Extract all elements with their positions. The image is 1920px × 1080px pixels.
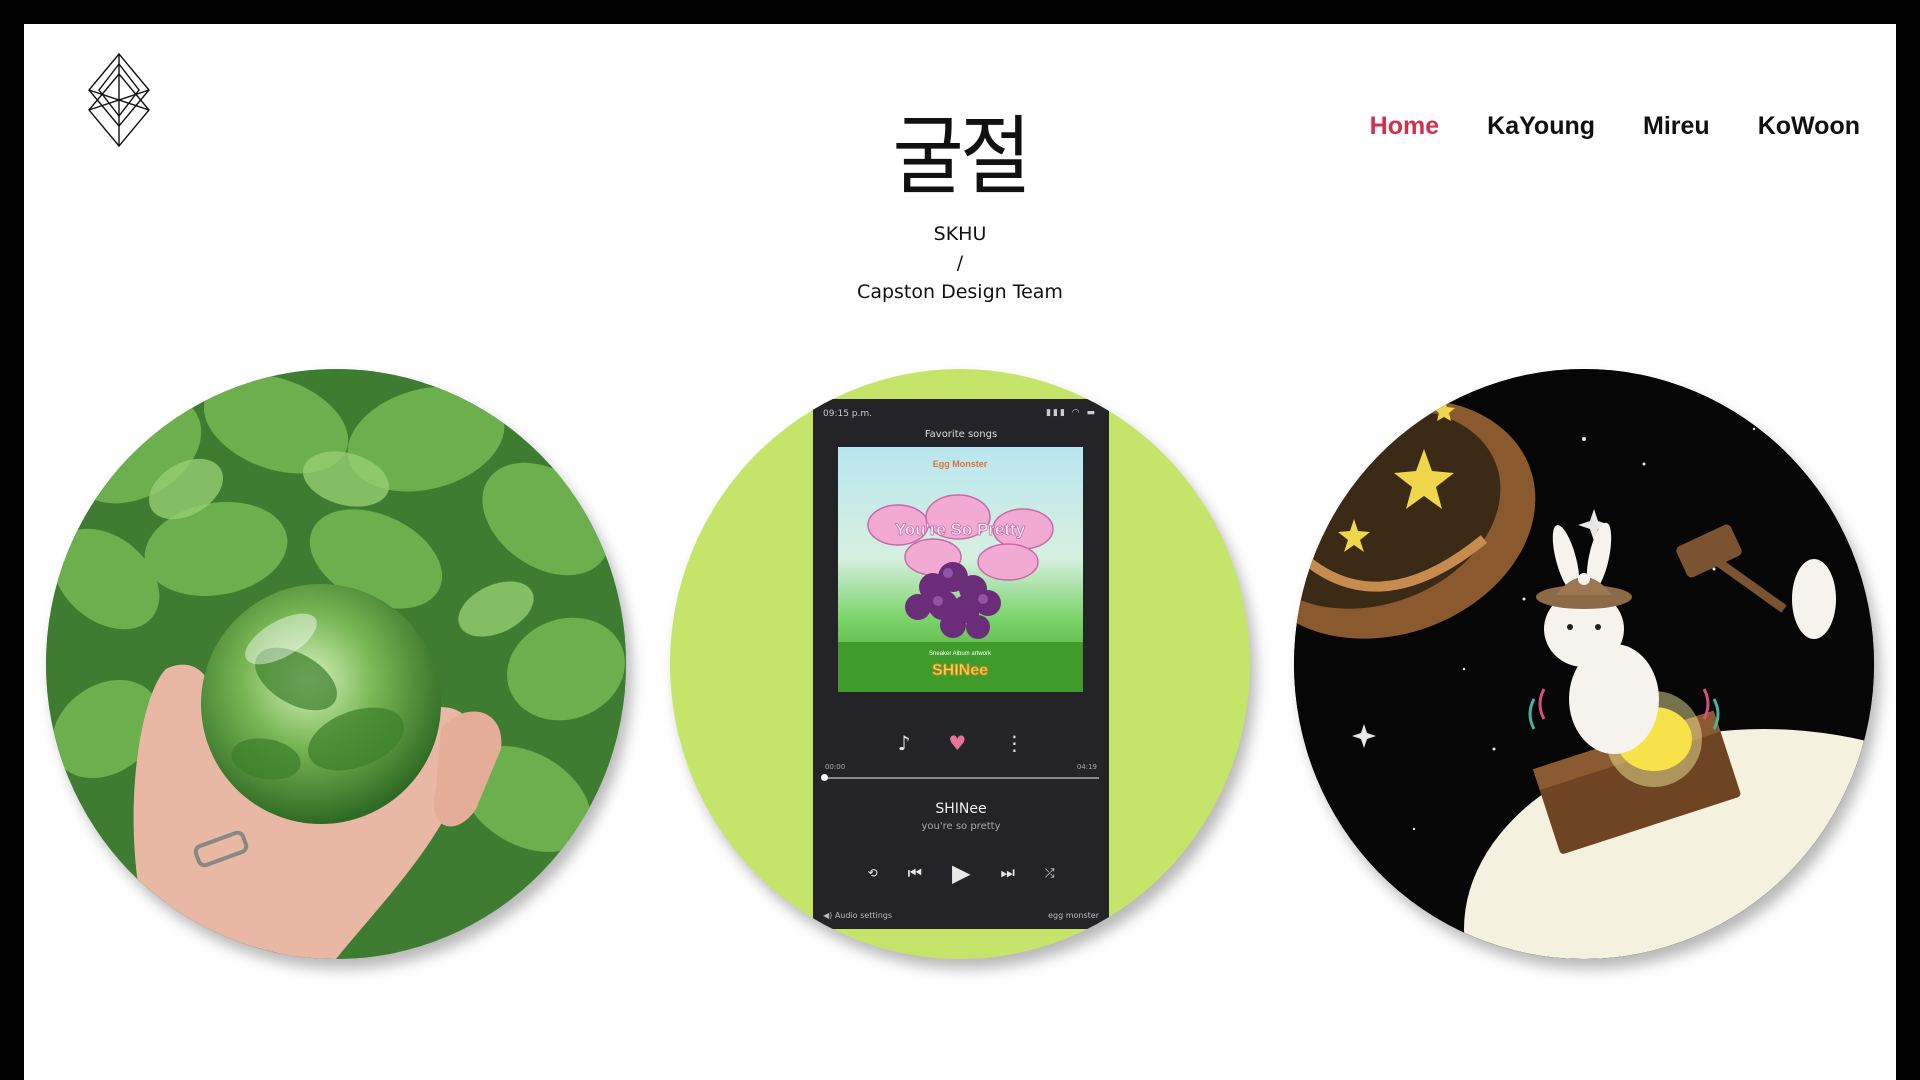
subtitle-line-3: Capston Design Team — [857, 281, 1063, 303]
source-label: egg monster — [1048, 911, 1099, 920]
player-controls: ⟲ ⏮ ▶ ⏭ ⤮ — [813, 859, 1109, 887]
previous-icon[interactable]: ⏮ — [908, 863, 922, 883]
album-art: Egg Monster You're So Pretty Sneaker Alb… — [838, 447, 1083, 692]
album-brand: Egg Monster — [933, 459, 988, 469]
next-icon[interactable]: ⏭ — [1000, 863, 1014, 883]
progress-bar[interactable] — [821, 774, 1099, 781]
more-vertical-icon[interactable]: ⋮ — [1004, 731, 1024, 755]
song-actions: ♪ ♥ ⋮ — [813, 731, 1109, 755]
music-note-icon[interactable]: ♪ — [898, 731, 911, 755]
elapsed-time: 00:00 — [825, 763, 846, 771]
song-name: you're so pretty — [921, 821, 1001, 832]
glass-ball-leaves-image[interactable] — [46, 369, 626, 959]
page: Home KaYoung Mireu KoWoon 굴절 SKHU / Caps… — [24, 24, 1896, 1080]
artist-name: SHINee — [935, 801, 987, 817]
page-title: 굴절 — [892, 107, 1031, 207]
repeat-icon[interactable]: ⟲ — [868, 866, 878, 880]
speaker-icon: ◀) — [823, 911, 835, 920]
album-artist: SHINee — [932, 662, 988, 679]
music-player-image[interactable]: 09:15 p.m. ▮▮▮ ◠ ▬ Favorite songs Egg Mo… — [670, 369, 1250, 959]
audio-settings[interactable]: ◀) Audio settings — [823, 911, 892, 920]
heart-icon[interactable]: ♥ — [948, 731, 966, 755]
shuffle-icon[interactable]: ⤮ — [1045, 866, 1055, 881]
playlist-title: Favorite songs — [924, 429, 998, 440]
duration-time: 04:19 — [1076, 763, 1097, 771]
album-title: You're So Pretty — [895, 520, 1026, 539]
status-icons: ▮▮▮ ◠ ▬ — [1046, 408, 1097, 418]
audio-settings-label: Audio settings — [834, 911, 893, 920]
status-time: 09:15 p.m. — [823, 409, 872, 419]
title-block: 굴절 SKHU / Capston Design Team — [24, 102, 1896, 307]
play-icon[interactable]: ▶ — [952, 859, 970, 887]
rabbit-moon-illustration[interactable] — [1294, 369, 1874, 959]
subtitle-line-1: SKHU — [933, 223, 987, 245]
phone-mockup: 09:15 p.m. ▮▮▮ ◠ ▬ Favorite songs Egg Mo… — [813, 399, 1109, 929]
subtitle-line-2: / — [956, 252, 964, 274]
progress-knob[interactable] — [821, 774, 828, 781]
source-name: egg monster — [1048, 911, 1099, 920]
svg-text:Sneaker Album artwork: Sneaker Album artwork — [929, 651, 992, 657]
